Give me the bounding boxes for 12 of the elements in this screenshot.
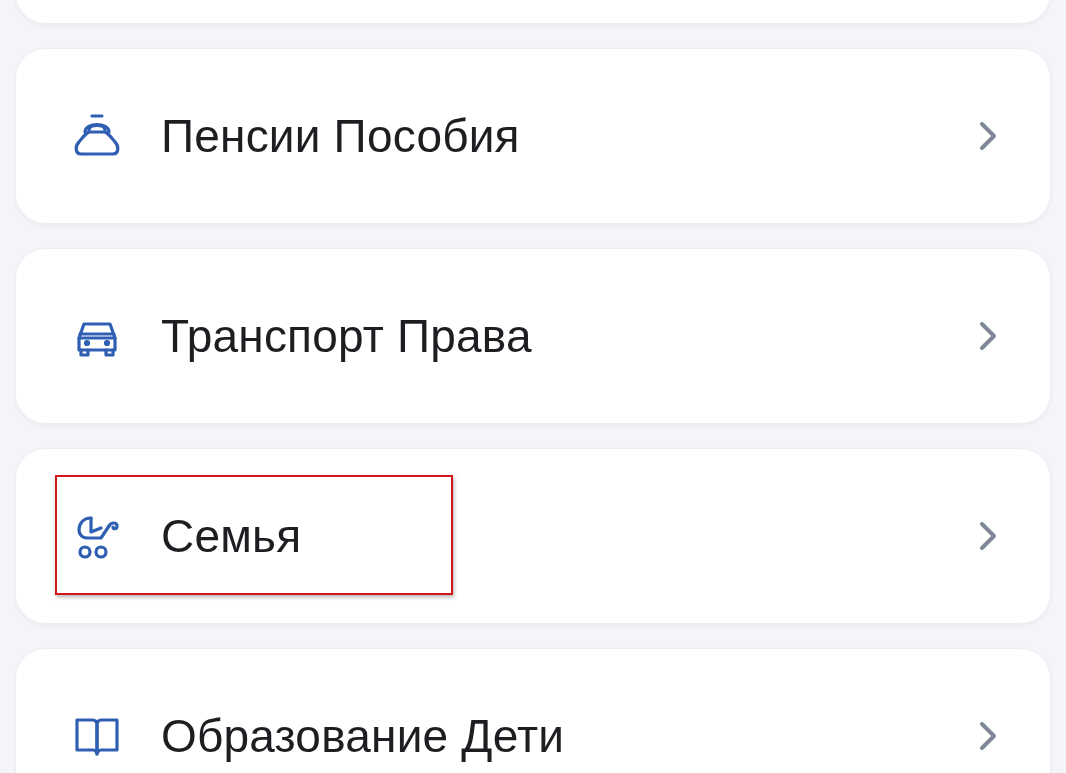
chevron-right-icon xyxy=(978,320,998,352)
menu-label: Образование Дети xyxy=(161,709,565,763)
menu-card[interactable]: Транспорт Права xyxy=(15,248,1051,424)
menu-card[interactable]: Пенсии Пособия xyxy=(15,48,1051,224)
menu-label: Семья xyxy=(161,509,302,563)
menu-card[interactable]: Образование Дети xyxy=(15,648,1051,773)
chevron-right-icon xyxy=(978,120,998,152)
chevron-right-icon xyxy=(978,720,998,752)
menu-label: Транспорт Права xyxy=(161,309,532,363)
chevron-right-icon xyxy=(978,520,998,552)
menu-card[interactable]: Семья xyxy=(15,448,1051,624)
menu-label: Пенсии Пособия xyxy=(161,109,520,163)
